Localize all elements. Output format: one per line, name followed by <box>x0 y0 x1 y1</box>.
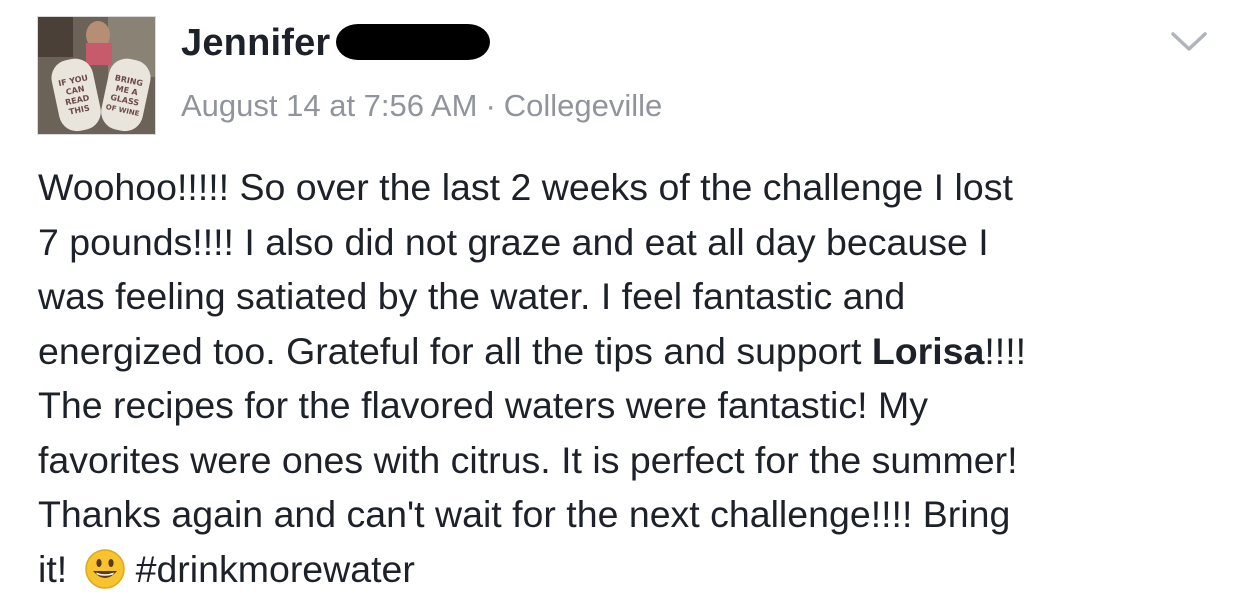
post-text-part1: Woohoo!!!!! So over the last 2 weeks of … <box>38 166 1013 372</box>
redaction-mark <box>336 23 491 60</box>
post-location[interactable]: Collegeville <box>504 88 663 123</box>
facebook-post: IF YOU CAN READ THIS BRING ME A GLASS OF… <box>0 0 1242 610</box>
meta-separator: · <box>485 88 496 123</box>
avatar-photo: IF YOU CAN READ THIS BRING ME A GLASS OF… <box>38 17 155 134</box>
author-line: Jennifer <box>181 22 491 65</box>
post-timestamp[interactable]: August 14 at 7:56 AM <box>181 88 477 123</box>
smiling-face-icon <box>84 548 126 605</box>
profile-avatar[interactable]: IF YOU CAN READ THIS BRING ME A GLASS OF… <box>37 16 156 135</box>
post-body: Woohoo!!!!! So over the last 2 weeks of … <box>38 160 1218 604</box>
mention-link[interactable]: Lorisa <box>872 330 985 372</box>
post-meta: August 14 at 7:56 AM · Collegeville <box>181 88 662 124</box>
hashtag-link[interactable]: #drinkmorewater <box>136 548 415 590</box>
author-name[interactable]: Jennifer <box>181 22 330 64</box>
chevron-down-icon[interactable] <box>1170 30 1208 54</box>
